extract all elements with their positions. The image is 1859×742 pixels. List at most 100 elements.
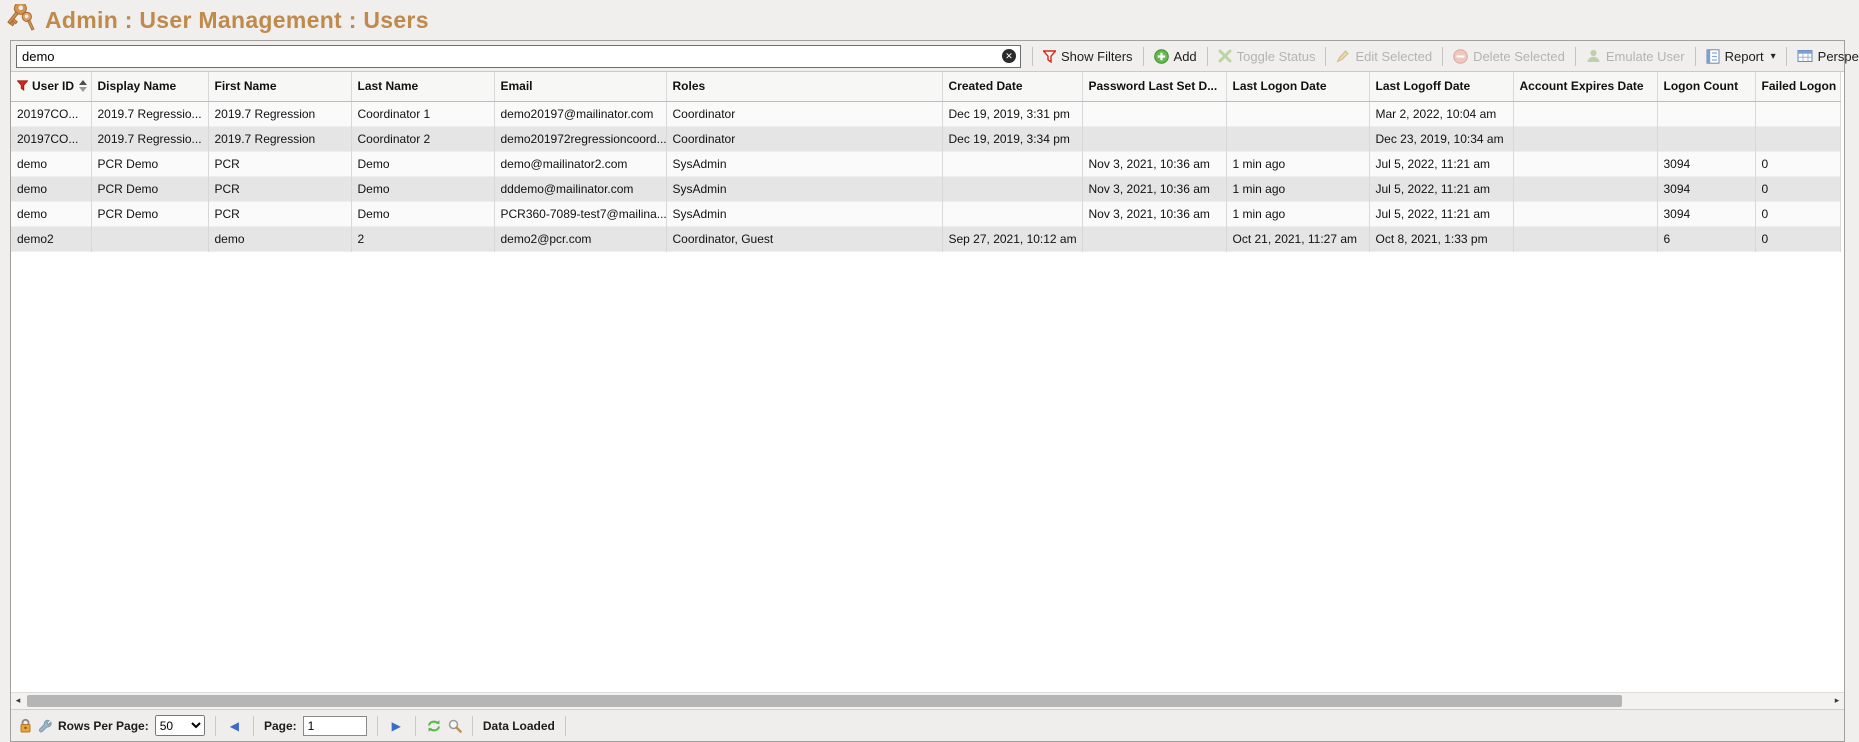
- column-header-email[interactable]: Email: [494, 72, 666, 101]
- column-header-roles[interactable]: Roles: [666, 72, 942, 101]
- table-cell: Demo: [351, 176, 494, 201]
- column-header-password-last-set[interactable]: Password Last Set D...: [1082, 72, 1226, 101]
- table-cell: Oct 21, 2021, 11:27 am: [1226, 226, 1369, 251]
- page-input[interactable]: [303, 716, 367, 736]
- table-cell: Coordinator, Guest: [666, 226, 942, 251]
- footer-divider: [472, 716, 473, 736]
- filter-icon: [1043, 50, 1056, 63]
- toolbar-divider: [1207, 47, 1208, 66]
- table-cell: PCR: [208, 151, 351, 176]
- table-cell: 20197CO...: [11, 126, 91, 151]
- toolbar-divider: [1442, 47, 1443, 66]
- column-header-failed-logon[interactable]: Failed Logon ...: [1755, 72, 1840, 101]
- wrench-icon[interactable]: [38, 719, 52, 733]
- toggle-status-button[interactable]: Toggle Status: [1213, 49, 1321, 64]
- page-label: Page:: [264, 719, 297, 733]
- table-cell: demo2@pcr.com: [494, 226, 666, 251]
- table-cell: demo@mailinator2.com: [494, 151, 666, 176]
- table-cell: Demo: [351, 201, 494, 226]
- table-cell: 3094: [1657, 176, 1755, 201]
- table-row[interactable]: demo2demo2demo2@pcr.comCoordinator, Gues…: [11, 226, 1840, 251]
- table-cell: demo: [208, 226, 351, 251]
- emulate-user-button[interactable]: Emulate User: [1581, 49, 1690, 64]
- table-row[interactable]: demoPCR DemoPCRDemoPCR360-7089-test7@mai…: [11, 201, 1840, 226]
- title-bar: Admin : User Management : Users: [0, 0, 1859, 40]
- delete-icon: [1453, 49, 1468, 64]
- column-header-account-expires-date[interactable]: Account Expires Date: [1513, 72, 1657, 101]
- table-cell: Oct 8, 2021, 1:33 pm: [1369, 226, 1513, 251]
- perspectives-icon: [1797, 49, 1813, 63]
- scrollbar-track[interactable]: [25, 693, 1830, 709]
- delete-selected-button[interactable]: Delete Selected: [1448, 49, 1570, 64]
- horizontal-scrollbar: ◂ ▸: [11, 692, 1844, 709]
- perspectives-button[interactable]: Perspectives ▾: [1792, 49, 1859, 64]
- table-cell: [1082, 126, 1226, 151]
- table-cell: PCR Demo: [91, 151, 208, 176]
- page-title: Admin : User Management : Users: [45, 7, 429, 34]
- magnifier-icon[interactable]: [448, 719, 462, 733]
- refresh-icon[interactable]: [426, 719, 442, 733]
- filter-active-icon: [17, 80, 28, 91]
- table-row[interactable]: 20197CO...2019.7 Regressio...2019.7 Regr…: [11, 126, 1840, 151]
- table-cell: Demo: [351, 151, 494, 176]
- table-cell: 6: [1657, 226, 1755, 251]
- scrollbar-thumb[interactable]: [27, 695, 1622, 707]
- report-button[interactable]: Report ▾: [1701, 49, 1781, 64]
- table-cell: demo2: [11, 226, 91, 251]
- pencil-icon: [1336, 49, 1350, 63]
- clear-search-icon[interactable]: ✕: [1002, 49, 1016, 63]
- table-cell: demo201972regressioncoord...: [494, 126, 666, 151]
- table-cell: [1513, 176, 1657, 201]
- table-cell: SysAdmin: [666, 201, 942, 226]
- table-cell: [1082, 226, 1226, 251]
- edit-selected-button[interactable]: Edit Selected: [1331, 49, 1437, 64]
- table-cell: 1 min ago: [1226, 151, 1369, 176]
- scroll-right-icon[interactable]: ▸: [1830, 693, 1844, 709]
- table-cell: 2: [351, 226, 494, 251]
- table-cell: dddemo@mailinator.com: [494, 176, 666, 201]
- column-header-last-logoff-date[interactable]: Last Logoff Date: [1369, 72, 1513, 101]
- column-header-last-logon-date[interactable]: Last Logon Date: [1226, 72, 1369, 101]
- column-header-first-name[interactable]: First Name: [208, 72, 351, 101]
- table-cell: Nov 3, 2021, 10:36 am: [1082, 151, 1226, 176]
- table-cell: Sep 27, 2021, 10:12 am: [942, 226, 1082, 251]
- table-cell: 1 min ago: [1226, 176, 1369, 201]
- header-row: User ID Display Name First Name Last Nam…: [11, 72, 1840, 101]
- table-cell: SysAdmin: [666, 176, 942, 201]
- prev-page-button[interactable]: ◀: [226, 719, 243, 733]
- column-header-user-id[interactable]: User ID: [11, 72, 91, 101]
- report-icon: [1706, 49, 1720, 64]
- show-filters-button[interactable]: Show Filters: [1038, 49, 1138, 64]
- column-header-last-name[interactable]: Last Name: [351, 72, 494, 101]
- chevron-down-icon: ▾: [1771, 51, 1776, 62]
- table-row[interactable]: 20197CO...2019.7 Regressio...2019.7 Regr…: [11, 101, 1840, 126]
- table-cell: 0: [1755, 151, 1840, 176]
- table-cell: 2019.7 Regressio...: [91, 126, 208, 151]
- table-cell: [1226, 126, 1369, 151]
- table-cell: [1513, 201, 1657, 226]
- search-input[interactable]: [16, 45, 1021, 68]
- next-page-button[interactable]: ▶: [388, 719, 405, 733]
- scroll-left-icon[interactable]: ◂: [11, 693, 25, 709]
- lock-icon[interactable]: [19, 718, 32, 733]
- table-row[interactable]: demoPCR DemoPCRDemodemo@mailinator2.comS…: [11, 151, 1840, 176]
- column-header-logon-count[interactable]: Logon Count: [1657, 72, 1755, 101]
- table-cell: PCR360-7089-test7@mailina...: [494, 201, 666, 226]
- table-row[interactable]: demoPCR DemoPCRDemodddemo@mailinator.com…: [11, 176, 1840, 201]
- table-cell: demo: [11, 201, 91, 226]
- table-cell: 2019.7 Regression: [208, 101, 351, 126]
- column-header-display-name[interactable]: Display Name: [91, 72, 208, 101]
- table-cell: 3094: [1657, 151, 1755, 176]
- add-button[interactable]: Add: [1149, 49, 1202, 64]
- table-cell: [1755, 101, 1840, 126]
- user-icon: [1586, 49, 1601, 63]
- keys-icon: [6, 4, 40, 36]
- status-text: Data Loaded: [483, 719, 555, 733]
- column-header-created-date[interactable]: Created Date: [942, 72, 1082, 101]
- rows-per-page-select[interactable]: 50: [155, 715, 205, 736]
- toolbar-divider: [1325, 47, 1326, 66]
- table-cell: [91, 226, 208, 251]
- toolbar-divider: [1786, 47, 1787, 66]
- table-cell: demo: [11, 151, 91, 176]
- table-cell: Nov 3, 2021, 10:36 am: [1082, 201, 1226, 226]
